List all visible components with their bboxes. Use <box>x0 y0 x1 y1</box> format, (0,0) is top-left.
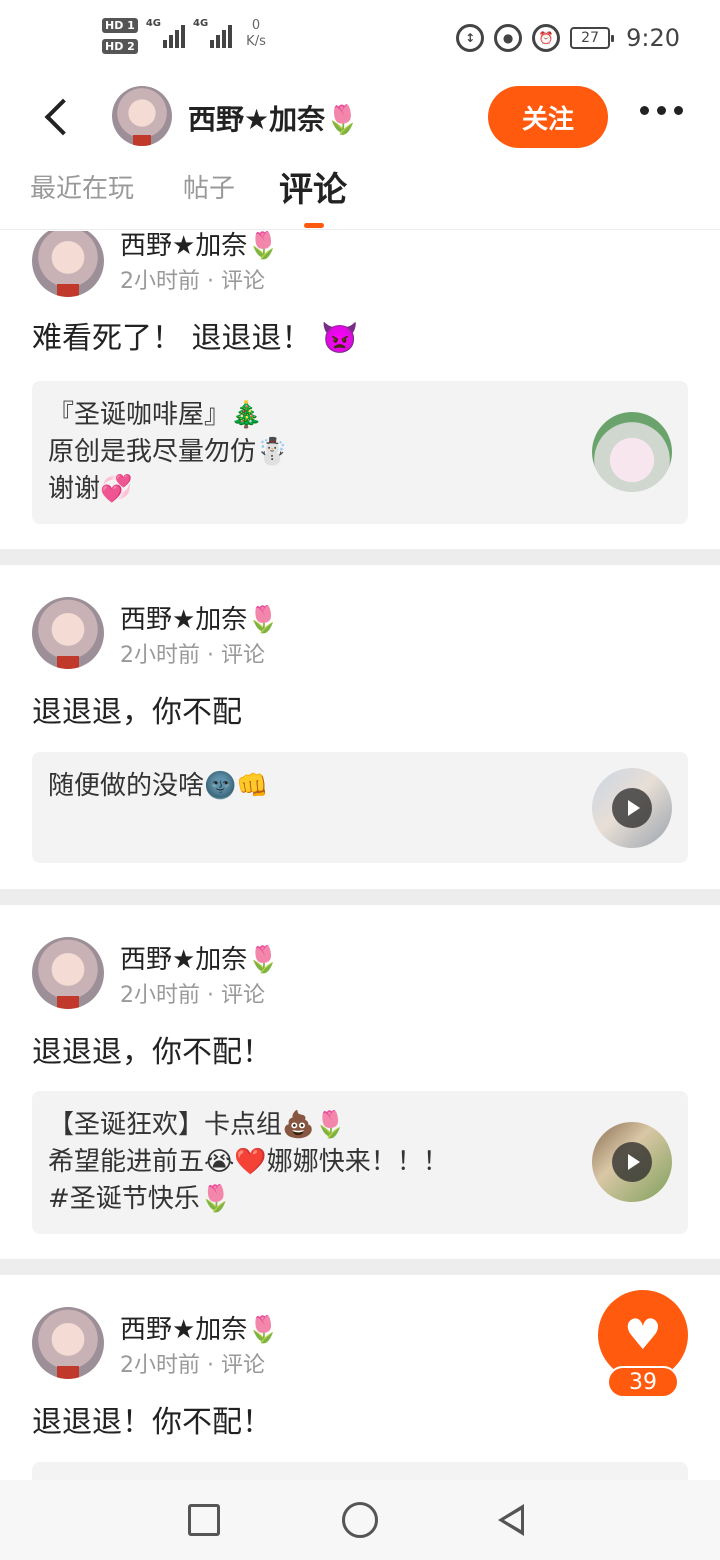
more-options-icon[interactable] <box>640 106 683 115</box>
video-thumbnail[interactable] <box>592 768 672 848</box>
author-name[interactable]: 西野★加奈🌷 <box>120 231 280 262</box>
status-bar: HD 1 HD 2 4G 4G 0 K/s ↕ ● ⏰ 27 9:20 <box>0 0 720 84</box>
comment-time: 2小时前 <box>120 643 200 668</box>
author-name[interactable]: 西野★加奈🌷 <box>120 1309 280 1346</box>
play-icon[interactable] <box>612 1142 652 1182</box>
back-button[interactable] <box>38 98 78 138</box>
heart-icon: ♥ <box>624 1310 662 1359</box>
like-count-badge: 39 <box>607 1366 679 1398</box>
section-divider <box>0 549 720 565</box>
header-username: 西野★加奈🌷 <box>188 103 360 136</box>
card-text: 随便做的没啥🌚👊 <box>48 768 588 805</box>
comment-meta: 2小时前 · 评论 <box>120 269 265 294</box>
comment-type: 评论 <box>220 643 265 668</box>
card-line: 希望能进前五😭❤️娜娜快来！！！ <box>48 1147 449 1177</box>
net-speed-value: 0 <box>251 18 261 33</box>
author-name[interactable]: 西野★加奈🌷 <box>120 939 280 976</box>
author-name[interactable]: 西野★加奈🌷 <box>120 599 280 636</box>
card-line: 『圣诞咖啡屋』🎄 <box>48 400 263 430</box>
comment-time: 2小时前 <box>120 1353 200 1378</box>
author-avatar[interactable] <box>32 1307 104 1379</box>
section-divider <box>0 889 720 905</box>
back-icon[interactable] <box>496 1502 532 1538</box>
card-line: #圣诞节快乐🌷 <box>48 1184 233 1214</box>
status-left: HD 1 HD 2 4G 4G 0 K/s <box>102 18 266 54</box>
tab-posts[interactable]: 帖子 <box>183 168 235 205</box>
home-icon[interactable] <box>342 1502 378 1538</box>
comment-item[interactable]: 西野★加奈🌷 2小时前 · 评论 退退退，你不配！ 【圣诞狂欢】卡点组💩🌷 希望… <box>0 905 720 1259</box>
recent-apps-icon[interactable] <box>188 1504 220 1536</box>
card-line: 【圣诞狂欢】卡点组💩🌷 <box>48 1110 347 1140</box>
tab-recently-played[interactable]: 最近在玩 <box>30 168 134 205</box>
tab-indicator <box>304 223 324 228</box>
hd2-badge: HD 2 <box>102 39 138 54</box>
comment-type: 评论 <box>220 269 265 294</box>
status-time: 9:20 <box>626 24 680 52</box>
comment-type: 评论 <box>220 1353 265 1378</box>
comment-item[interactable]: 西野★加奈🌷 2小时前 · 评论 退退退，你不配 随便做的没啥🌚👊 <box>0 565 720 889</box>
comment-meta: 2小时前 · 评论 <box>120 983 265 1008</box>
referenced-post-card[interactable]: 『圣诞咖啡屋』🎄 原创是我尽量勿仿☃️ 谢谢💞 <box>32 381 688 524</box>
card-text: 【圣诞狂欢】卡点组💩🌷 希望能进前五😭❤️娜娜快来！！！ #圣诞节快乐🌷 <box>48 1107 588 1218</box>
eye-comfort-icon: ● <box>494 24 523 52</box>
comment-text: 退退退，你不配！ <box>32 1035 272 1070</box>
profile-header: 西野★加奈🌷 关注 <box>0 84 720 154</box>
system-nav-bar <box>0 1480 720 1560</box>
status-right: ↕ ● ⏰ 27 9:20 <box>456 24 680 52</box>
follow-button[interactable]: 关注 <box>488 86 608 148</box>
profile-tabs: 最近在玩 帖子 评论 <box>0 160 720 230</box>
signal-icon: 4G <box>146 18 185 48</box>
referenced-post-card[interactable] <box>32 1462 688 1480</box>
net-speed: 0 K/s <box>246 18 266 50</box>
tab-comments[interactable]: 评论 <box>279 162 347 211</box>
comment-time: 2小时前 <box>120 983 200 1008</box>
section-divider <box>0 1259 720 1275</box>
author-avatar[interactable] <box>32 597 104 669</box>
comment-text: 难看死了！ 退退退！ 👿 <box>32 321 359 356</box>
author-avatar[interactable] <box>32 231 104 297</box>
referenced-post-card[interactable]: 【圣诞狂欢】卡点组💩🌷 希望能进前五😭❤️娜娜快来！！！ #圣诞节快乐🌷 <box>32 1091 688 1234</box>
comment-text: 退退退！你不配！ <box>32 1405 272 1440</box>
author-avatar[interactable] <box>32 937 104 1009</box>
card-line: 原创是我尽量勿仿☃️ <box>48 437 289 467</box>
battery-icon: 27 <box>570 27 615 49</box>
comment-meta: 2小时前 · 评论 <box>120 643 265 668</box>
data-saver-icon: ↕ <box>456 24 485 52</box>
comment-text: 退退退，你不配 <box>32 695 242 730</box>
card-line: 谢谢💞 <box>48 474 133 504</box>
card-text: 『圣诞咖啡屋』🎄 原创是我尽量勿仿☃️ 谢谢💞 <box>48 397 588 508</box>
video-thumbnail[interactable] <box>592 1122 672 1202</box>
referenced-post-card[interactable]: 随便做的没啥🌚👊 <box>32 752 688 863</box>
hd1-badge: HD 1 <box>102 18 138 33</box>
comment-feed[interactable]: 西野★加奈🌷 2小时前 · 评论 难看死了！ 退退退！ 👿 『圣诞咖啡屋』🎄 原… <box>0 231 720 1480</box>
comment-meta: 2小时前 · 评论 <box>120 1353 265 1378</box>
christmas-thumbnail[interactable] <box>592 412 672 492</box>
alarm-icon: ⏰ <box>532 24 561 52</box>
comment-type: 评论 <box>220 983 265 1008</box>
comment-time: 2小时前 <box>120 269 200 294</box>
net-speed-unit: K/s <box>246 34 266 49</box>
sig1-label: 4G <box>145 18 161 29</box>
card-line: 随便做的没啥🌚👊 <box>48 771 269 801</box>
signal-icon-2: 4G <box>193 18 233 48</box>
comment-item[interactable]: 西野★加奈🌷 2小时前 · 评论 难看死了！ 退退退！ 👿 『圣诞咖啡屋』🎄 原… <box>0 231 720 549</box>
play-icon[interactable] <box>612 788 652 828</box>
sig2-label: 4G <box>193 18 209 29</box>
header-avatar[interactable] <box>112 86 172 146</box>
